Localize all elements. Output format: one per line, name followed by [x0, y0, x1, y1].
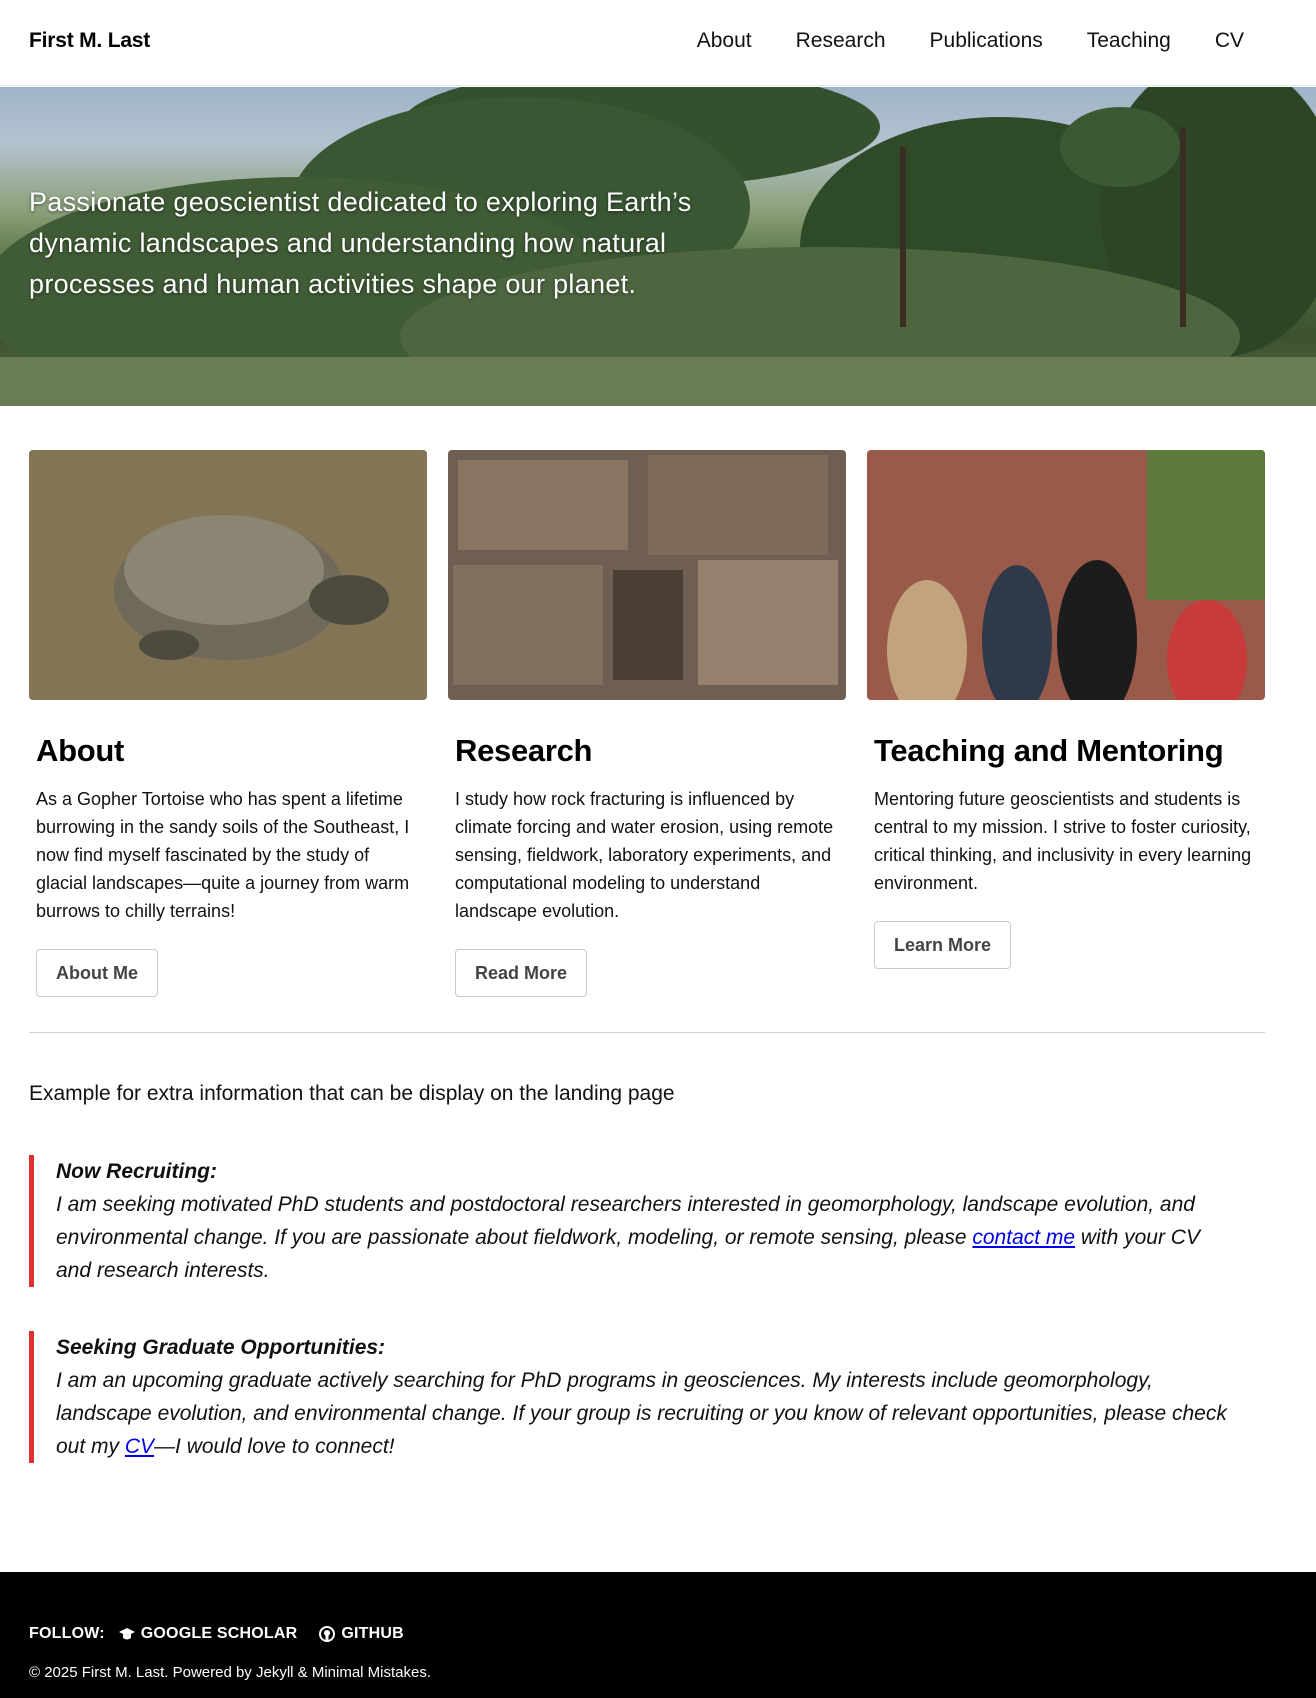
card-text: I study how rock fracturing is influence… — [455, 789, 834, 921]
notice-heading: Now Recruiting: — [56, 1160, 217, 1183]
extra-info-intro: Example for extra information that can b… — [29, 1082, 675, 1105]
card-teaching: Teaching and Mentoring Mentoring future … — [867, 450, 1265, 969]
google-scholar-label: GOOGLE SCHOLAR — [140, 1625, 298, 1642]
nav-teaching[interactable]: Teaching — [1087, 29, 1171, 53]
card-title: About — [36, 733, 125, 768]
card-about: About As a Gopher Tortoise who has spent… — [29, 450, 427, 997]
card-title: Teaching and Mentoring — [874, 733, 1224, 768]
section-divider — [29, 1032, 1265, 1033]
card-text: Mentoring future geoscientists and stude… — [874, 789, 1252, 893]
nav-about[interactable]: About — [697, 29, 752, 53]
hero-banner: Passionate geoscientist dedicated to exp… — [0, 87, 1316, 406]
follow-label: FOLLOW: — [29, 1625, 105, 1642]
page-footer: FOLLOW: GOOGLE SCHOLAR GITHUB © 2025 Fir… — [0, 1572, 1316, 1698]
notice-text-end: —I would love to connect! — [154, 1435, 395, 1458]
recruiting-notice: Now Recruiting: I am seeking motivated P… — [29, 1155, 1229, 1287]
graduate-opportunities-notice: Seeking Graduate Opportunities: I am an … — [29, 1331, 1229, 1463]
notice-heading: Seeking Graduate Opportunities: — [56, 1336, 386, 1359]
copyright-text: © 2025 First M. Last. Powered by Jekyll … — [29, 1664, 432, 1681]
hero-tagline: Passionate geoscientist dedicated to exp… — [29, 187, 692, 299]
cv-link[interactable]: CV — [125, 1435, 154, 1458]
google-scholar-link[interactable]: GOOGLE SCHOLAR — [118, 1625, 298, 1643]
tortoise-image — [29, 450, 427, 700]
card-text: As a Gopher Tortoise who has spent a lif… — [36, 789, 410, 921]
field-class-image — [867, 450, 1265, 700]
site-title[interactable]: First M. Last — [29, 29, 150, 53]
fractured-rock-image — [448, 450, 846, 700]
nav-cv[interactable]: CV — [1215, 29, 1244, 53]
nav-publications[interactable]: Publications — [930, 29, 1043, 53]
github-link[interactable]: GITHUB — [319, 1625, 404, 1643]
card-research: Research I study how rock fracturing is … — [448, 450, 846, 997]
masthead: First M. Last About Research Publication… — [0, 0, 1316, 86]
read-more-button[interactable]: Read More — [455, 949, 588, 997]
contact-me-link[interactable]: contact me — [972, 1226, 1075, 1249]
about-me-button[interactable]: About Me — [36, 949, 158, 997]
feature-cards: About As a Gopher Tortoise who has spent… — [29, 450, 1265, 1010]
github-icon — [319, 1626, 336, 1642]
card-title: Research — [455, 733, 593, 768]
learn-more-button[interactable]: Learn More — [874, 921, 1012, 969]
graduation-cap-icon — [118, 1628, 135, 1640]
follow-links: FOLLOW: GOOGLE SCHOLAR GITHUB — [29, 1625, 426, 1643]
main-nav: About Research Publications Teaching CV — [653, 29, 1244, 53]
nav-research[interactable]: Research — [796, 29, 886, 53]
github-label: GITHUB — [341, 1625, 404, 1642]
